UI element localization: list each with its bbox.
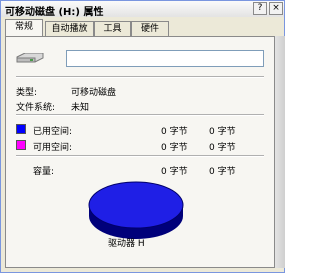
properties-window: 可移动磁盘 (H:) 属性 ? × 常规 自动播放 工具 硬件 类型: 可移动磁… — [0, 0, 285, 273]
pie-top — [88, 181, 184, 229]
drive-label: 驱动器 H — [108, 239, 145, 249]
disk-usage-pie — [88, 181, 184, 239]
